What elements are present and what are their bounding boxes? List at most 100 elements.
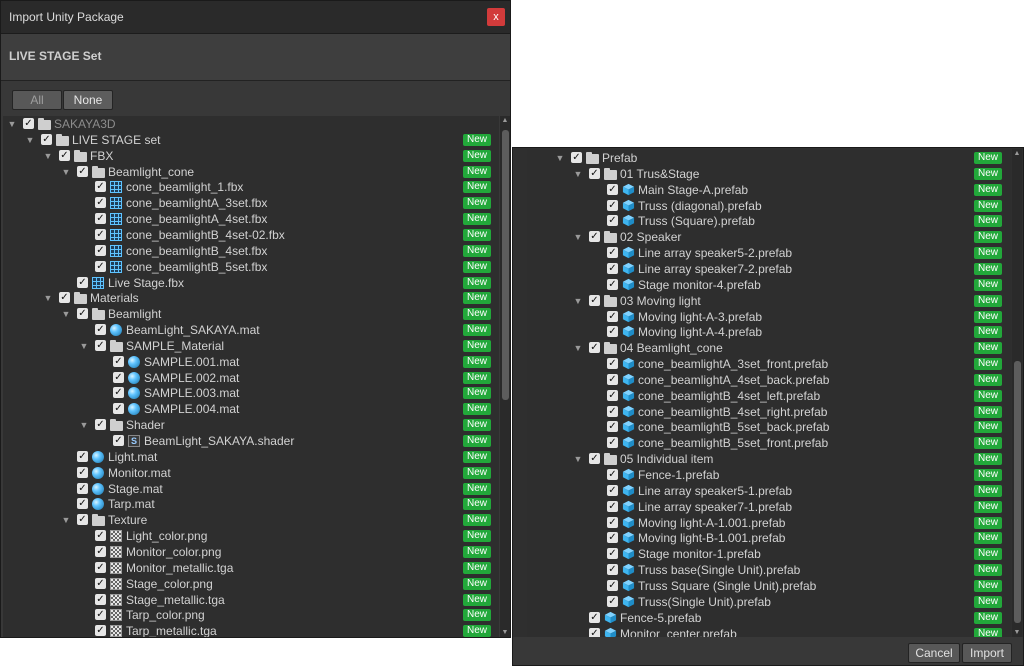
include-checkbox[interactable]: ✓ — [113, 387, 124, 399]
tree-row[interactable]: ✓ Monitor.mat New — [3, 465, 499, 481]
tree-row[interactable]: ✓ Monitor_metallic.tga New — [3, 560, 499, 576]
tree-row[interactable]: ▼ ✓ Texture New — [3, 512, 499, 528]
tree-row[interactable]: ✓ Line array speaker5-2.prefab New — [527, 245, 1011, 261]
include-checkbox[interactable]: ✓ — [77, 466, 88, 478]
include-checkbox[interactable]: ✓ — [607, 469, 618, 480]
include-checkbox[interactable]: ✓ — [571, 152, 582, 163]
tree-row[interactable]: ✓ Live Stage.fbx New — [3, 275, 499, 291]
tree-row[interactable]: ▼ ✓ 02 Speaker New — [527, 229, 1011, 245]
include-checkbox[interactable]: ✓ — [607, 247, 618, 259]
tree-row[interactable]: ✓ cone_beamlightB_4set_left.prefab New — [527, 388, 1011, 404]
scroll-thumb[interactable] — [1014, 361, 1021, 623]
tree-row[interactable]: ✓ Tarp_color.png New — [3, 607, 499, 623]
scroll-thumb[interactable] — [502, 130, 509, 400]
tree-row[interactable]: ▼ ✓ SAKAYA3D — [3, 116, 499, 132]
tree-row[interactable]: ▼ ✓ 03 Moving light New — [527, 293, 1011, 309]
vertical-scrollbar-right[interactable]: ▲ ▼ — [1012, 149, 1022, 637]
tree-row[interactable]: ✓ Stage_metallic.tga New — [3, 592, 499, 608]
tree-row[interactable]: ▼ ✓ 01 Trus&Stage New — [527, 166, 1011, 182]
include-checkbox[interactable]: ✓ — [589, 611, 600, 623]
tree-row[interactable]: ✓ Light_color.png New — [3, 528, 499, 544]
scroll-down-icon[interactable]: ▼ — [500, 629, 510, 636]
fold-arrow-icon[interactable]: ▼ — [79, 338, 89, 354]
include-checkbox[interactable]: ✓ — [113, 403, 124, 415]
scroll-up-icon[interactable]: ▲ — [500, 117, 510, 124]
include-checkbox[interactable]: ✓ — [607, 484, 618, 496]
tree-row[interactable]: ▼ ✓ Beamlight_cone New — [3, 164, 499, 180]
include-checkbox[interactable]: ✓ — [113, 355, 124, 367]
include-checkbox[interactable]: ✓ — [589, 231, 600, 243]
fold-arrow-icon[interactable]: ▼ — [573, 340, 583, 356]
include-checkbox[interactable]: ✓ — [607, 548, 618, 560]
tree-row[interactable]: ✓ Truss (diagonal).prefab New — [527, 198, 1011, 214]
include-checkbox[interactable]: ✓ — [589, 453, 600, 465]
tree-row[interactable]: ✓ Monitor_center.prefab New — [527, 626, 1011, 637]
include-checkbox[interactable]: ✓ — [607, 389, 618, 401]
include-checkbox[interactable]: ✓ — [77, 514, 88, 526]
include-checkbox[interactable]: ✓ — [113, 435, 124, 446]
tree-row[interactable]: ✓ Fence-1.prefab New — [527, 467, 1011, 483]
tree-row[interactable]: ▼ ✓ Prefab New — [527, 150, 1011, 166]
include-checkbox[interactable]: ✓ — [607, 215, 618, 227]
include-checkbox[interactable]: ✓ — [589, 294, 600, 306]
include-checkbox[interactable]: ✓ — [95, 530, 106, 542]
include-checkbox[interactable]: ✓ — [113, 371, 124, 383]
scroll-down-icon[interactable]: ▼ — [1012, 629, 1022, 636]
include-checkbox[interactable]: ✓ — [77, 276, 88, 288]
tree-row[interactable]: ✓ cone_beamlight_1.fbx New — [3, 179, 499, 195]
scroll-up-icon[interactable]: ▲ — [1012, 150, 1022, 157]
tree-row[interactable]: ✓ Main Stage-A.prefab New — [527, 182, 1011, 198]
include-checkbox[interactable]: ✓ — [607, 564, 618, 576]
fold-arrow-icon[interactable]: ▼ — [7, 116, 17, 132]
vertical-scrollbar[interactable]: ▲ ▼ — [500, 116, 510, 637]
import-button[interactable]: Import — [962, 643, 1012, 663]
tree-row[interactable]: ▼ ✓ FBX New — [3, 148, 499, 164]
tree-row[interactable]: ✓ Line array speaker7-2.prefab New — [527, 261, 1011, 277]
include-checkbox[interactable]: ✓ — [95, 561, 106, 573]
tree-row[interactable]: ▼ ✓ Materials New — [3, 290, 499, 306]
fold-arrow-icon[interactable]: ▼ — [573, 451, 583, 467]
tree-row[interactable]: ✓ Moving light-B-1.001.prefab New — [527, 530, 1011, 546]
include-checkbox[interactable]: ✓ — [607, 437, 618, 449]
tree-row[interactable]: ✓ cone_beamlightA_3set.fbx New — [3, 195, 499, 211]
tree-row[interactable]: ✓ cone_beamlightB_5set_back.prefab New — [527, 419, 1011, 435]
include-checkbox[interactable]: ✓ — [607, 532, 618, 544]
tree-row[interactable]: ✓ SAMPLE.001.mat New — [3, 354, 499, 370]
include-checkbox[interactable]: ✓ — [589, 167, 600, 179]
tree-row[interactable]: ✓ Truss(Single Unit).prefab New — [527, 594, 1011, 610]
tree-row[interactable]: ✓ cone_beamlightB_5set_front.prefab New — [527, 435, 1011, 451]
tree-row[interactable]: ✓ cone_beamlightB_5set.fbx New — [3, 259, 499, 275]
tree-row[interactable]: ✓ Stage monitor-1.prefab New — [527, 546, 1011, 562]
include-checkbox[interactable]: ✓ — [95, 197, 106, 209]
include-checkbox[interactable]: ✓ — [95, 577, 106, 589]
tree-row[interactable]: ✓ S BeamLight_SAKAYA.shader New — [3, 433, 499, 449]
close-button[interactable]: x — [487, 8, 505, 26]
tree-row[interactable]: ✓ Monitor_color.png New — [3, 544, 499, 560]
fold-arrow-icon[interactable]: ▼ — [79, 417, 89, 433]
include-checkbox[interactable]: ✓ — [607, 405, 618, 417]
include-checkbox[interactable]: ✓ — [607, 262, 618, 274]
tree-row[interactable]: ✓ Line array speaker5-1.prefab New — [527, 483, 1011, 499]
cancel-button[interactable]: Cancel — [908, 643, 960, 663]
tree-row[interactable]: ✓ cone_beamlightB_4set-02.fbx New — [3, 227, 499, 243]
fold-arrow-icon[interactable]: ▼ — [61, 306, 71, 322]
fold-arrow-icon[interactable]: ▼ — [43, 290, 53, 306]
fold-arrow-icon[interactable]: ▼ — [573, 166, 583, 182]
tree-row[interactable]: ✓ Stage_color.png New — [3, 576, 499, 592]
tree-row[interactable]: ✓ Light.mat New — [3, 449, 499, 465]
tree-row[interactable]: ✓ SAMPLE.004.mat New — [3, 401, 499, 417]
include-checkbox[interactable]: ✓ — [607, 595, 618, 607]
include-checkbox[interactable]: ✓ — [607, 421, 618, 433]
include-checkbox[interactable]: ✓ — [95, 609, 106, 621]
include-checkbox[interactable]: ✓ — [77, 450, 88, 462]
include-checkbox[interactable]: ✓ — [59, 292, 70, 304]
tree-row[interactable]: ✓ cone_beamlightB_4set_right.prefab New — [527, 404, 1011, 420]
include-checkbox[interactable]: ✓ — [607, 310, 618, 322]
include-checkbox[interactable]: ✓ — [77, 498, 88, 510]
tree-row[interactable]: ▼ ✓ LIVE STAGE set New — [3, 132, 499, 148]
include-checkbox[interactable]: ✓ — [607, 326, 618, 338]
fold-arrow-icon[interactable]: ▼ — [61, 512, 71, 528]
tree-row[interactable]: ▼ ✓ Beamlight New — [3, 306, 499, 322]
tree-row[interactable]: ✓ cone_beamlightA_4set.fbx New — [3, 211, 499, 227]
tree-row[interactable]: ✓ cone_beamlightB_4set.fbx New — [3, 243, 499, 259]
